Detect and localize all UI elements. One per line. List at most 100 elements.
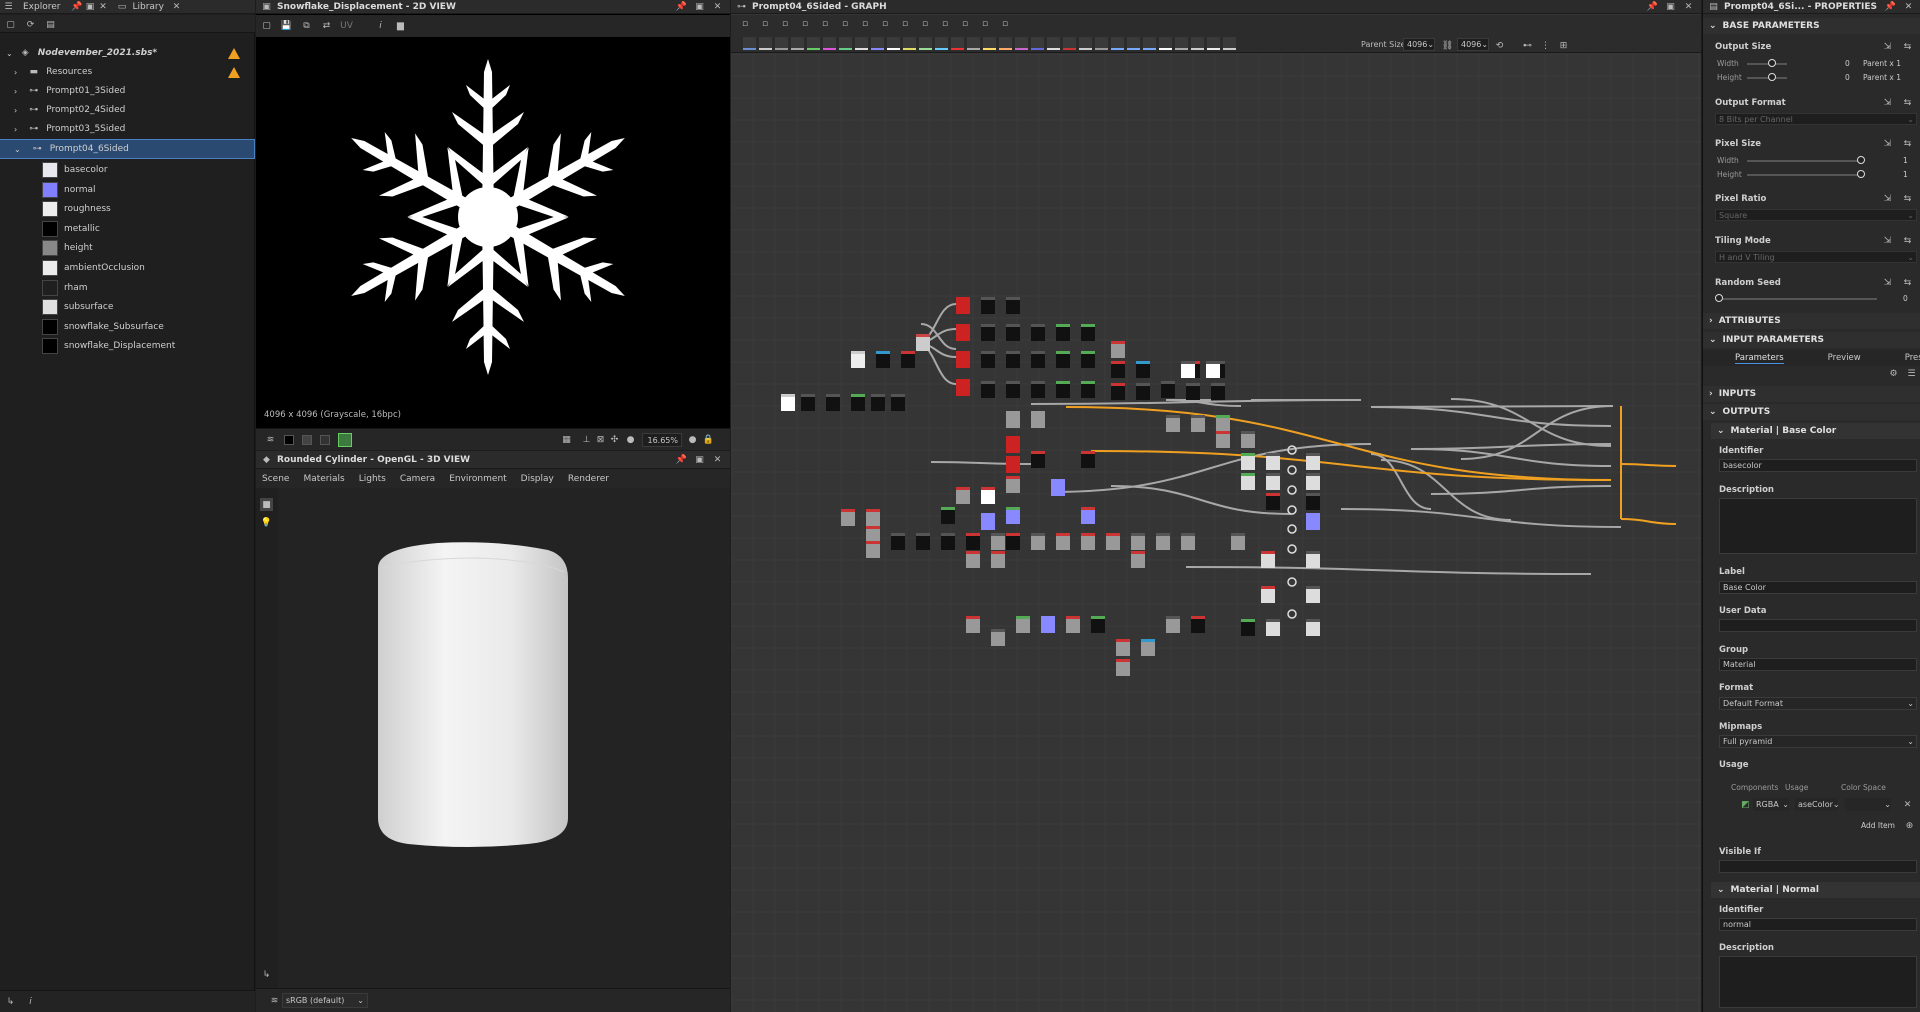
output-height-slider[interactable] <box>1747 77 1787 79</box>
node-palette-icon[interactable] <box>1143 37 1156 50</box>
node-palette-icon[interactable] <box>1223 37 1236 50</box>
close-icon[interactable]: ✕ <box>711 453 724 466</box>
graph-node[interactable] <box>1031 327 1045 341</box>
node-link[interactable] <box>1430 485 1612 495</box>
graph-node[interactable] <box>1006 414 1020 428</box>
graph-node[interactable] <box>956 354 970 368</box>
pixel-height-knob[interactable] <box>1857 170 1865 178</box>
graph-node[interactable] <box>1116 662 1130 676</box>
graph-node[interactable] <box>1156 536 1170 550</box>
options-icon[interactable]: ⇆ <box>1901 137 1914 150</box>
graph-node[interactable] <box>1216 418 1230 432</box>
pixel-width-slider[interactable] <box>1747 160 1859 162</box>
graph-node[interactable] <box>1081 327 1095 341</box>
graph-node[interactable] <box>891 536 905 550</box>
display-icon[interactable]: ▫ <box>975 17 995 30</box>
output-format-select[interactable]: 8 Bits per Channel ⌄ <box>1715 113 1917 125</box>
pin-icon[interactable]: 📌 <box>1646 0 1659 13</box>
link-icon[interactable]: ▫ <box>895 17 915 30</box>
graph-node[interactable] <box>1006 327 1020 341</box>
node-palette-icon[interactable] <box>743 37 756 50</box>
uv-icon[interactable]: UV <box>340 19 353 32</box>
output-node-icon[interactable] <box>1287 485 1297 495</box>
node-palette-icon[interactable] <box>1127 37 1140 50</box>
graph-node[interactable] <box>1056 536 1070 550</box>
close-icon[interactable]: ✕ <box>1902 0 1915 13</box>
transform-icon[interactable]: ⊠ <box>594 433 607 446</box>
node-palette-icon[interactable] <box>935 37 948 50</box>
graph-node[interactable] <box>1031 384 1045 398</box>
graph-node[interactable] <box>1006 459 1020 473</box>
node-palette-icon[interactable] <box>919 37 932 50</box>
pin-icon[interactable]: 📌 <box>1884 0 1897 13</box>
graph-node[interactable] <box>1111 386 1125 400</box>
node-link[interactable] <box>1620 518 1677 525</box>
graph-output-item[interactable]: normal <box>0 181 254 199</box>
graph-node[interactable] <box>1306 554 1320 568</box>
visible-if-input[interactable] <box>1719 860 1917 873</box>
graph-node[interactable] <box>1081 354 1095 368</box>
graph-node[interactable] <box>1306 589 1320 603</box>
graph-node[interactable] <box>1106 536 1120 550</box>
group-input[interactable]: Material <box>1719 658 1917 671</box>
graph-node[interactable] <box>1141 642 1155 656</box>
tree-item-resources[interactable]: › ▬ Resources <box>0 63 254 81</box>
node-palette-icon[interactable] <box>983 37 996 50</box>
inherit-icon[interactable]: ⇲ <box>1881 96 1894 109</box>
options-icon[interactable]: ⇆ <box>1901 96 1914 109</box>
graph-node[interactable] <box>1031 454 1045 468</box>
node-palette-icon[interactable] <box>1063 37 1076 50</box>
node-link[interactable] <box>1410 448 1612 467</box>
warning-icon[interactable] <box>228 47 240 59</box>
output-node-icon[interactable] <box>1287 465 1297 475</box>
link-mode-icon[interactable]: ⊷ <box>1521 39 1534 52</box>
layers-icon[interactable]: ≋ <box>264 433 277 446</box>
pin-icon[interactable]: 📌 <box>675 0 688 13</box>
log-icon[interactable]: ↳ <box>4 995 17 1008</box>
menu-scene[interactable]: Scene <box>262 474 289 484</box>
node-palette-icon[interactable] <box>1159 37 1172 50</box>
output-node-icon[interactable] <box>1287 505 1297 515</box>
graph-node[interactable] <box>1266 622 1280 636</box>
graph-node[interactable] <box>956 300 970 314</box>
graph-output-item[interactable]: roughness <box>0 200 254 218</box>
menu-display[interactable]: Display <box>521 474 554 484</box>
menu-environment[interactable]: Environment <box>449 474 506 484</box>
section-inputs[interactable]: › INPUTS <box>1703 386 1920 402</box>
rounded-cylinder-preview[interactable] <box>278 488 730 988</box>
node-palette-icon[interactable] <box>759 37 772 50</box>
graph-node[interactable] <box>1161 384 1175 398</box>
graph-node[interactable] <box>941 536 955 550</box>
graph-node[interactable] <box>1006 510 1020 524</box>
graph-node[interactable] <box>916 337 930 351</box>
graph-node[interactable] <box>1216 434 1230 448</box>
graph-node[interactable] <box>1181 536 1195 550</box>
graph-node[interactable] <box>1306 476 1320 490</box>
graph-node[interactable] <box>876 354 890 368</box>
graph-node[interactable] <box>1241 434 1255 448</box>
random-seed-knob[interactable] <box>1715 294 1723 302</box>
graph-output-item[interactable]: metallic <box>0 220 254 238</box>
histogram-icon[interactable]: ▆ <box>394 19 407 32</box>
float-icon[interactable]: ▣ <box>693 453 706 466</box>
graph-node[interactable] <box>1041 619 1055 633</box>
graph-node[interactable] <box>1241 456 1255 470</box>
save-icon[interactable]: 💾 <box>280 19 293 32</box>
node-palette-icon[interactable] <box>1175 37 1188 50</box>
graph-node[interactable] <box>1111 344 1125 358</box>
graph-node[interactable] <box>1006 536 1020 550</box>
identifier-input[interactable]: basecolor <box>1719 459 1917 472</box>
graph-node[interactable] <box>966 554 980 568</box>
pixel-height-slider[interactable] <box>1747 174 1859 176</box>
output-node-icon[interactable] <box>1287 609 1297 619</box>
pin-icon[interactable]: 📌 <box>70 0 83 13</box>
graph-node[interactable] <box>1056 354 1070 368</box>
graph-node[interactable] <box>1131 554 1145 568</box>
graph-output-item[interactable]: basecolor <box>0 161 254 179</box>
zoom-icon[interactable]: ▫ <box>815 17 835 30</box>
graph-node[interactable] <box>866 512 880 526</box>
graph-node[interactable] <box>1081 384 1095 398</box>
graph-node[interactable] <box>1241 622 1255 636</box>
graph-node[interactable] <box>1241 476 1255 490</box>
node-palette-icon[interactable] <box>1031 37 1044 50</box>
